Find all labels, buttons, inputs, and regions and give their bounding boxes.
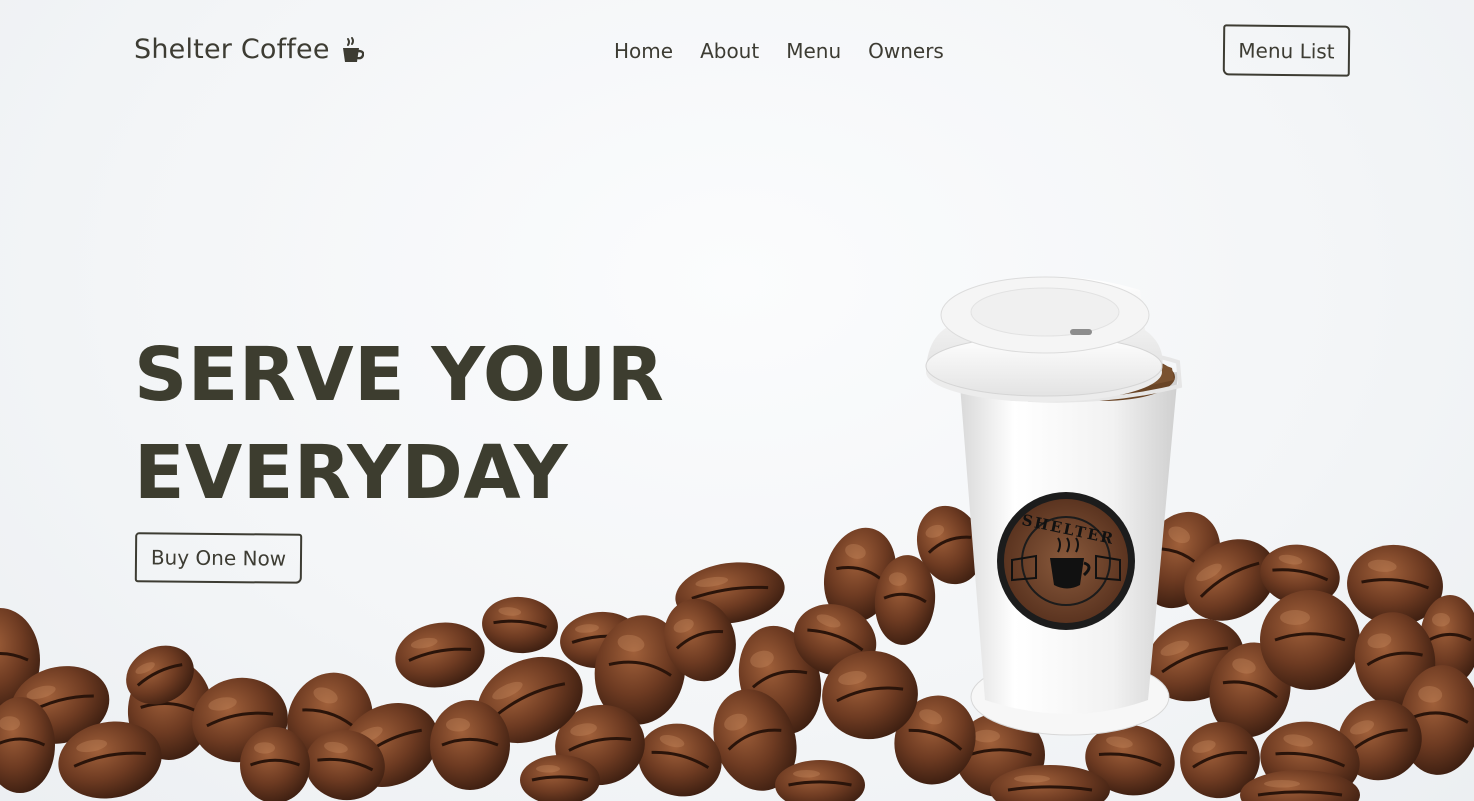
nav-owners-link[interactable]: Owners (868, 39, 944, 63)
hero-title-line-2: EVERYDAY (134, 430, 569, 516)
buy-one-now-button[interactable]: Buy One Now (134, 532, 303, 584)
nav-about-link[interactable]: About (700, 39, 759, 63)
menu-list-button[interactable]: Menu List (1222, 24, 1351, 77)
hero-title: SERVE YOUR EVERYDAY (134, 326, 664, 522)
nav-menu-link[interactable]: Menu (786, 39, 841, 63)
coffee-cup-icon (342, 36, 364, 62)
hero-title-line-1: SERVE YOUR (134, 332, 665, 418)
brand-name: Shelter Coffee (134, 34, 330, 65)
nav-home-link[interactable]: Home (614, 39, 673, 63)
brand-logo[interactable]: Shelter Coffee (134, 34, 364, 65)
main-nav: Home About Menu Owners (614, 39, 944, 63)
landing-page: SHELTER Shelter Coffee Home About Menu O… (0, 0, 1474, 801)
